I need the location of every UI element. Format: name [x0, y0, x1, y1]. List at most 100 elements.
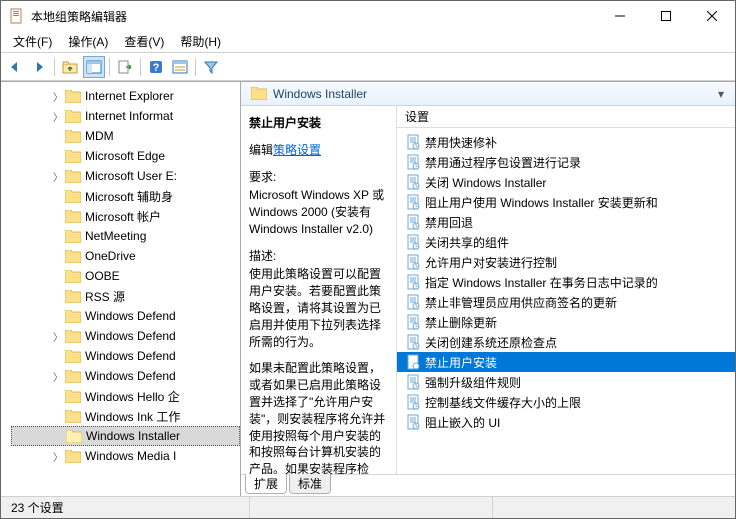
tree-item[interactable]: 〉Windows Installer	[11, 426, 240, 446]
edit-policy-link[interactable]: 策略设置	[273, 143, 321, 157]
tree-item[interactable]: 〉Windows Hello 企	[11, 386, 240, 406]
list-item[interactable]: 控制基线文件缓存大小的上限	[397, 392, 735, 412]
list-item-label: 关闭 Windows Installer	[425, 174, 546, 191]
list-item[interactable]: 阻止用户使用 Windows Installer 安装更新和	[397, 192, 735, 212]
folder-icon	[65, 170, 81, 183]
folder-icon	[65, 410, 81, 423]
folder-icon	[65, 350, 81, 363]
tree-item[interactable]: 〉OneDrive	[11, 246, 240, 266]
list-item[interactable]: 禁止非管理员应用供应商签名的更新	[397, 292, 735, 312]
list-item[interactable]: 阻止嵌入的 UI	[397, 412, 735, 432]
tree-item[interactable]: 〉Microsoft User E:	[11, 166, 240, 186]
tree-item[interactable]: 〉Microsoft Edge	[11, 146, 240, 166]
policy-icon	[405, 134, 421, 150]
tree-item-label: MDM	[85, 129, 114, 143]
up-level-button[interactable]	[59, 56, 81, 78]
menu-file[interactable]: 文件(F)	[5, 31, 60, 52]
tree-item[interactable]: 〉OOBE	[11, 266, 240, 286]
tree-item[interactable]: 〉NetMeeting	[11, 226, 240, 246]
tree-item[interactable]: 〉Microsoft 辅助身	[11, 186, 240, 206]
chevron-right-icon[interactable]: 〉	[51, 89, 65, 104]
list-item-label: 强制升级组件规则	[425, 374, 521, 391]
policy-icon	[405, 154, 421, 170]
tree-pane: 〉Internet Explorer〉Internet Informat〉MDM…	[11, 82, 241, 496]
tree-item[interactable]: 〉Microsoft 帐户	[11, 206, 240, 226]
settings-list[interactable]: 禁用快速修补禁用通过程序包设置进行记录关闭 Windows Installer阻…	[397, 128, 735, 474]
tree-item[interactable]: 〉RSS 源	[11, 286, 240, 306]
options-button[interactable]	[169, 56, 191, 78]
tree-item[interactable]: 〉Windows Defend	[11, 346, 240, 366]
tree-item[interactable]: 〉 Windows Media I	[11, 446, 240, 466]
detail-header-title: Windows Installer	[273, 87, 713, 101]
back-button[interactable]	[4, 56, 26, 78]
tree-item[interactable]: 〉MDM	[11, 126, 240, 146]
show-hide-tree-button[interactable]	[83, 56, 105, 78]
app-icon	[9, 8, 25, 24]
list-item[interactable]: 强制升级组件规则	[397, 372, 735, 392]
maximize-button[interactable]	[643, 1, 689, 31]
tree-item-label: Microsoft 辅助身	[85, 188, 173, 205]
list-item-label: 指定 Windows Installer 在事务日志中记录的	[425, 274, 658, 291]
folder-icon	[65, 450, 81, 463]
list-item[interactable]: 禁用快速修补	[397, 132, 735, 152]
tree-item-label: RSS 源	[85, 288, 125, 305]
list-item[interactable]: 禁止用户安装	[397, 352, 735, 372]
settings-column-header[interactable]: 设置	[397, 106, 735, 128]
tree-item[interactable]: 〉 Windows Defend	[11, 326, 240, 346]
window: 本地组策略编辑器 文件(F) 操作(A) 查看(V) 帮助(H) ? 〉In	[0, 0, 736, 519]
list-item[interactable]: 禁用回退	[397, 212, 735, 232]
list-item-label: 禁止非管理员应用供应商签名的更新	[425, 294, 617, 311]
window-title: 本地组策略编辑器	[31, 8, 597, 25]
policy-icon	[405, 174, 421, 190]
separator-icon	[140, 58, 141, 76]
list-item[interactable]: 允许用户对安装进行控制	[397, 252, 735, 272]
tab-extended[interactable]: 扩展	[245, 474, 287, 494]
folder-icon	[251, 87, 267, 100]
menu-action[interactable]: 操作(A)	[60, 31, 116, 52]
list-item[interactable]: 关闭创建系统还原检查点	[397, 332, 735, 352]
description-text: 使用此策略设置可以配置用户安装。若要配置此策略设置，请将其设置为已启用并使用下拉…	[249, 266, 388, 350]
forward-button[interactable]	[28, 56, 50, 78]
svg-text:?: ?	[153, 62, 160, 74]
folder-icon	[65, 110, 81, 123]
tree-item-label: Internet Explorer	[85, 89, 174, 103]
tab-standard[interactable]: 标准	[289, 474, 331, 494]
tree-item-label: Windows Ink 工作	[85, 408, 180, 425]
help-button[interactable]: ?	[145, 56, 167, 78]
list-item[interactable]: 禁止删除更新	[397, 312, 735, 332]
list-item[interactable]: 指定 Windows Installer 在事务日志中记录的	[397, 272, 735, 292]
tree-item[interactable]: 〉 Internet Informat	[11, 106, 240, 126]
minimize-button[interactable]	[597, 1, 643, 31]
menu-help[interactable]: 帮助(H)	[172, 31, 229, 52]
detail-close-icon[interactable]: ▾	[713, 86, 729, 102]
tree-scroll[interactable]: 〉Internet Explorer〉Internet Informat〉MDM…	[11, 82, 240, 496]
tree-item-label: Windows Installer	[86, 429, 180, 443]
list-item[interactable]: 关闭 Windows Installer	[397, 172, 735, 192]
chevron-right-icon[interactable]: 〉	[51, 329, 65, 344]
list-item[interactable]: 禁用通过程序包设置进行记录	[397, 152, 735, 172]
toolbar: ?	[1, 53, 735, 81]
tree-item-label: Internet Informat	[85, 109, 173, 123]
list-item[interactable]: 关闭共享的组件	[397, 232, 735, 252]
folder-icon	[65, 310, 81, 323]
chevron-right-icon[interactable]: 〉	[51, 449, 65, 464]
tree-item[interactable]: 〉Windows Defend	[11, 306, 240, 326]
list-item-label: 禁用通过程序包设置进行记录	[425, 154, 581, 171]
filter-button[interactable]	[200, 56, 222, 78]
tree-item[interactable]: 〉Windows Defend	[11, 366, 240, 386]
chevron-right-icon[interactable]: 〉	[51, 169, 65, 184]
chevron-right-icon[interactable]: 〉	[51, 369, 65, 384]
close-button[interactable]	[689, 1, 735, 31]
menu-view[interactable]: 查看(V)	[116, 31, 172, 52]
folder-icon	[65, 150, 81, 163]
title-bar: 本地组策略编辑器	[1, 1, 735, 31]
tree-item-label: NetMeeting	[85, 229, 146, 243]
folder-icon	[65, 290, 81, 303]
tree-item[interactable]: 〉 Internet Explorer	[11, 86, 240, 106]
tree-item[interactable]: 〉Windows Ink 工作	[11, 406, 240, 426]
list-item-label: 控制基线文件缓存大小的上限	[425, 394, 581, 411]
tree-item-label: Windows Media I	[85, 449, 176, 463]
export-list-button[interactable]	[114, 56, 136, 78]
chevron-right-icon[interactable]: 〉	[51, 109, 65, 124]
tree-item-label: Windows Defend	[85, 329, 176, 343]
